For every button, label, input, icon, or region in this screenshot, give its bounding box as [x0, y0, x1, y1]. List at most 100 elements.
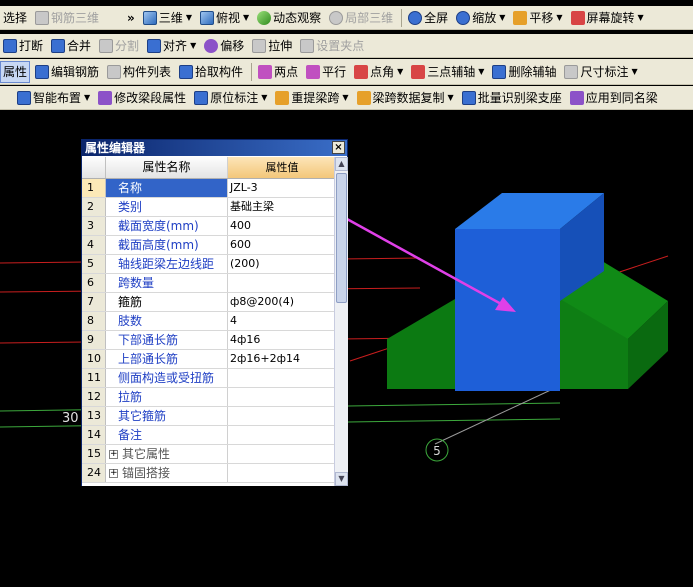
property-value[interactable]: 600 [228, 236, 334, 254]
property-row[interactable]: 15 + 其它属性 [82, 445, 334, 464]
scroll-up-button[interactable]: ▲ [335, 157, 348, 171]
property-value[interactable] [228, 369, 334, 387]
property-row[interactable]: 14 备注 [82, 426, 334, 445]
chevron-down-icon: ▼ [242, 13, 250, 22]
top-view-button[interactable]: 俯视 ▼ [197, 7, 252, 29]
in-place-annotation-button[interactable]: 原位标注 ▼ [191, 87, 270, 109]
align-button[interactable]: 对齐 ▼ [144, 35, 199, 57]
component-toolbar: 属性 编辑钢筋 构件列表 拾取构件 两点 平行 点角 ▼ 三点辅轴 ▼ 删除辅轴 尺… [0, 59, 693, 85]
property-row[interactable]: 6 跨数量 [82, 274, 334, 293]
delete-axis-button[interactable]: 删除辅轴 [489, 61, 559, 83]
close-icon: × [334, 142, 343, 153]
break-button[interactable]: 打断 [0, 35, 46, 57]
re-extract-span-button[interactable]: 重提梁跨 ▼ [272, 87, 351, 109]
dimension-button[interactable]: 尺寸标注 ▼ [561, 61, 640, 83]
close-button[interactable]: × [332, 141, 345, 154]
property-value[interactable]: 400 [228, 217, 334, 235]
row-number: 24 [82, 464, 106, 482]
point-angle-button[interactable]: 点角 ▼ [351, 61, 406, 83]
property-value[interactable]: 2ф16+2ф14 [228, 350, 334, 368]
property-value[interactable] [228, 388, 334, 406]
stretch-button[interactable]: 拉伸 [249, 35, 295, 57]
property-value[interactable]: 4 [228, 312, 334, 330]
property-row[interactable]: 11 侧面构造或受扭筋 [82, 369, 334, 388]
chevron-down-icon: ▼ [631, 67, 638, 76]
scroll-down-button[interactable]: ▼ [335, 472, 348, 486]
property-grid-scrollbar[interactable]: ▲ ▼ [334, 157, 348, 486]
property-value[interactable] [228, 274, 334, 292]
property-value[interactable]: 4ф16 [228, 331, 334, 349]
fullscreen-button[interactable]: 全屏 [405, 7, 451, 29]
axis-leader-line [434, 387, 556, 445]
parallel-icon [306, 64, 321, 79]
property-name: 截面宽度(mm) [106, 217, 228, 235]
property-value[interactable] [228, 464, 334, 482]
property-name: 其它箍筋 [106, 407, 228, 425]
property-value[interactable] [228, 426, 334, 444]
dynamic-orbit-button[interactable]: 动态观察 [254, 7, 324, 29]
batch-identify-support-button[interactable]: 批量识别梁支座 [459, 87, 565, 109]
property-grid: 属性名称 属性值 1 名称 JZL-3 2 类别 基础主梁 3 截面宽度(mm) 400 4 截面高… [82, 157, 334, 486]
property-value[interactable] [228, 407, 334, 425]
pick-component-button[interactable]: 拾取构件 [176, 61, 246, 83]
property-row[interactable]: 3 截面宽度(mm) 400 [82, 217, 334, 236]
scroll-thumb[interactable] [336, 173, 347, 303]
smart-layout-button[interactable]: 智能布置 ▼ [14, 87, 93, 109]
expand-plus-icon[interactable]: + [109, 469, 118, 478]
property-value[interactable]: 基础主梁 [228, 198, 334, 216]
properties-button[interactable]: 属性 [0, 60, 31, 83]
property-row[interactable]: 9 下部通长筋 4ф16 [82, 331, 334, 350]
3d-view-button[interactable]: 三维 ▼ [140, 7, 195, 29]
merge-button[interactable]: 合并 [48, 35, 94, 57]
list-icon [107, 64, 122, 79]
screen-rotate-button[interactable]: 屏幕旋转 ▼ [568, 7, 647, 29]
property-row[interactable]: 12 拉筋 [82, 388, 334, 407]
property-row[interactable]: 7 箍筋 ф8@200(4) [82, 293, 334, 312]
property-row[interactable]: 5 轴线距梁左边线距 (200) [82, 255, 334, 274]
property-editor-title-bar[interactable]: 属性编辑器 × [82, 140, 347, 156]
property-value[interactable]: JZL-3 [228, 179, 334, 197]
property-name: 肢数 [106, 312, 228, 330]
property-row[interactable]: 24 + 锚固搭接 [82, 464, 334, 483]
select-button[interactable]: 选择 [0, 7, 30, 29]
two-point-axis-button[interactable]: 两点 [255, 61, 301, 83]
three-point-axis-button[interactable]: 三点辅轴 ▼ [408, 61, 487, 83]
modify-toolbar: 打断 合并 分割 对齐 ▼ 偏移 拉伸 设置夹点 [0, 34, 693, 58]
pan-button[interactable]: 平移 ▼ [510, 7, 565, 29]
property-row[interactable]: 1 名称 JZL-3 [82, 179, 334, 198]
chevron-down-icon: ▼ [261, 93, 268, 102]
property-name: 名称 [106, 179, 228, 197]
zoom-button[interactable]: 缩放 ▼ [453, 7, 508, 29]
expand-plus-icon[interactable]: + [109, 450, 118, 459]
overflow-chevron-button[interactable]: » [124, 7, 138, 29]
modify-beam-segment-button[interactable]: 修改梁段属性 [95, 87, 189, 109]
property-editor-title: 属性编辑器 [85, 141, 146, 155]
chevron-down-icon: ▼ [556, 13, 563, 22]
property-value[interactable] [228, 445, 334, 463]
property-value[interactable]: (200) [228, 255, 334, 273]
parallel-axis-button[interactable]: 平行 [303, 61, 349, 83]
stretch-icon [252, 38, 267, 53]
property-name: 跨数量 [106, 274, 228, 292]
property-row[interactable]: 8 肢数 4 [82, 312, 334, 331]
split-button[interactable]: 分割 [96, 35, 142, 57]
property-value[interactable]: ф8@200(4) [228, 293, 334, 311]
set-grip-button[interactable]: 设置夹点 [297, 35, 367, 57]
local-3d-button[interactable]: 局部三维 [326, 7, 396, 29]
property-row[interactable]: 4 截面高度(mm) 600 [82, 236, 334, 255]
row-number: 13 [82, 407, 106, 425]
pencil-icon [35, 64, 50, 79]
header-property-value: 属性值 [228, 157, 334, 178]
property-row[interactable]: 13 其它箍筋 [82, 407, 334, 426]
rebar-3d-button[interactable]: 钢筋三维 [32, 7, 102, 29]
property-row[interactable]: 10 上部通长筋 2ф16+2ф14 [82, 350, 334, 369]
edit-rebar-button[interactable]: 编辑钢筋 [32, 61, 102, 83]
copy-span-data-button[interactable]: 梁跨数据复制 ▼ [354, 87, 457, 109]
property-name: 侧面构造或受扭筋 [106, 369, 228, 387]
component-list-button[interactable]: 构件列表 [104, 61, 174, 83]
property-row[interactable]: 2 类别 基础主梁 [82, 198, 334, 217]
row-number: 15 [82, 445, 106, 463]
apply-same-name-beam-button[interactable]: 应用到同名梁 [567, 87, 661, 109]
view-toolbar: 选择 钢筋三维 » 三维 ▼ 俯视 ▼ 动态观察 局部三维 全屏 缩放 ▼ 平移 ▼ 屏… [0, 6, 693, 30]
offset-button[interactable]: 偏移 [201, 35, 247, 57]
